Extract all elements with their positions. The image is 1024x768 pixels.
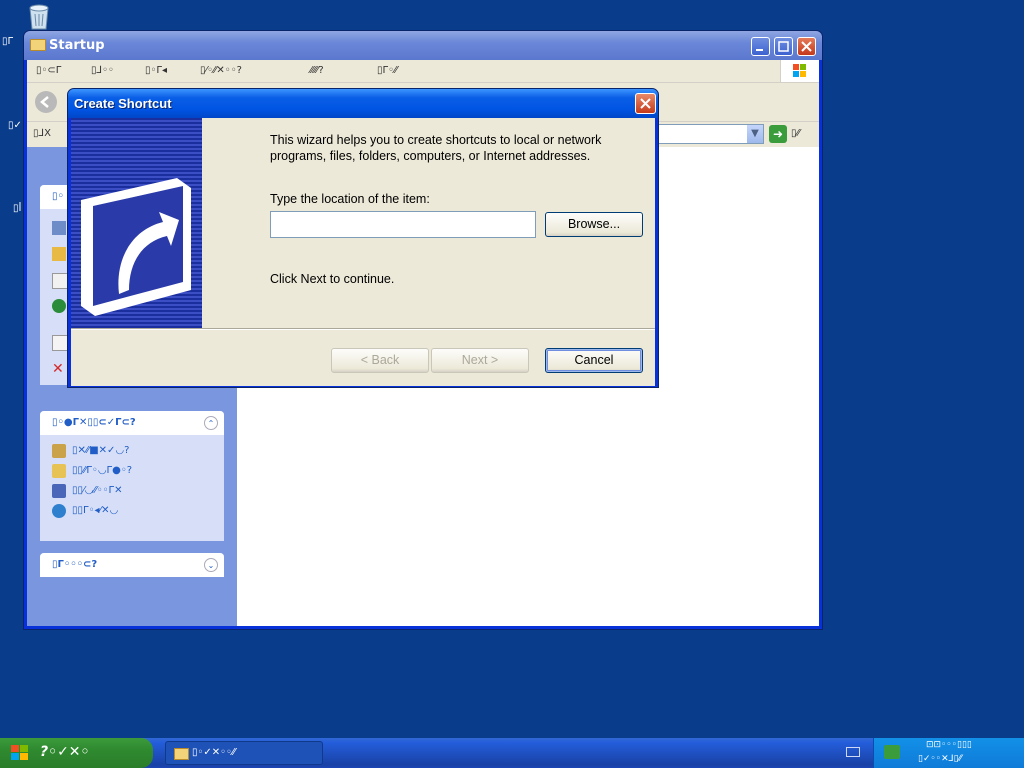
chevron-down-icon[interactable]: ⌄ bbox=[204, 558, 218, 572]
explorer-title: Startup bbox=[49, 38, 105, 53]
back-button[interactable]: < Back bbox=[331, 348, 429, 373]
continue-text: Click Next to continue. bbox=[270, 272, 395, 286]
browse-button[interactable]: Browse... bbox=[545, 212, 643, 237]
desktop-icon-label-3: ▯ꟾ bbox=[13, 203, 22, 214]
next-button[interactable]: Next > bbox=[431, 348, 529, 373]
network-icon[interactable] bbox=[884, 745, 900, 759]
globe-icon[interactable] bbox=[52, 299, 66, 313]
tray-text-2: ▯✓◦◦✕⅃▯⁄⁄ bbox=[918, 754, 962, 764]
wizard-intro: This wizard helps you to create shortcut… bbox=[270, 133, 602, 163]
folder-icon bbox=[52, 444, 66, 458]
task-box-title[interactable]: ▯Γ◦◦◦⊂? bbox=[52, 559, 97, 570]
menu-help[interactable]: ▯Γ◦⁄⁄ bbox=[377, 65, 397, 76]
dialog-close-button[interactable] bbox=[635, 93, 656, 114]
task-icon[interactable] bbox=[52, 221, 66, 235]
maximize-button[interactable] bbox=[774, 37, 793, 56]
list-item[interactable]: ▯▯⁄◡⁄⁄◦◦Γ✕ bbox=[40, 481, 224, 501]
chevron-up-icon[interactable]: ⌃ bbox=[204, 416, 218, 430]
back-arrow-icon[interactable] bbox=[35, 91, 57, 113]
desktop-icon-label-1: ▯Γ bbox=[2, 36, 14, 47]
cancel-button[interactable]: Cancel bbox=[545, 348, 643, 373]
menu-file[interactable]: ▯◦⊂Γ bbox=[36, 65, 61, 76]
menu-edit[interactable]: ▯⅃◦◦ bbox=[91, 65, 114, 76]
create-shortcut-dialog: Create Shortcut This wizard helps you to… bbox=[67, 88, 659, 388]
menu-favorites[interactable]: ▯⁄◦⁄⁄✕◦◦? bbox=[200, 65, 242, 76]
mail-icon[interactable] bbox=[52, 335, 68, 351]
address-label: ▯⅃X bbox=[33, 128, 51, 139]
shortcut-wizard-icon bbox=[71, 118, 202, 328]
network-icon bbox=[52, 504, 66, 518]
divider bbox=[71, 328, 655, 330]
task-box-title[interactable]: ▯◦●Γ✕▯▯⊂✓Γ⊂? bbox=[52, 417, 136, 428]
location-label: Type the location of the item: bbox=[270, 192, 430, 206]
taskbar: ?◦✓✕◦ ▯◦✓✕◦◦⁄⁄ ⊡⊡◦◦◦▯▯▯ ▯✓◦◦✕⅃▯⁄⁄ bbox=[0, 738, 1024, 768]
task-icon[interactable] bbox=[52, 247, 66, 261]
folder-icon bbox=[174, 748, 189, 760]
recycle-bin-icon[interactable] bbox=[26, 2, 52, 30]
folder-icon bbox=[52, 464, 66, 478]
delete-icon[interactable]: ✕ bbox=[52, 361, 64, 377]
system-tray: ⊡⊡◦◦◦▯▯▯ ▯✓◦◦✕⅃▯⁄⁄ bbox=[873, 738, 1024, 768]
list-item[interactable]: ▯✕⁄⁄■✕✓◡? bbox=[40, 441, 224, 461]
task-box-title[interactable]: ▯◦ bbox=[52, 191, 64, 202]
minimize-button[interactable] bbox=[751, 37, 770, 56]
chevron-down-icon[interactable]: ▼ bbox=[747, 125, 763, 143]
task-icon[interactable] bbox=[52, 273, 68, 289]
computer-icon bbox=[52, 484, 66, 498]
dialog-title: Create Shortcut bbox=[74, 96, 172, 111]
windows-logo-icon bbox=[780, 60, 819, 82]
windows-flag-icon bbox=[11, 745, 28, 760]
go-label[interactable]: ▯⁄⁄ bbox=[791, 128, 800, 139]
list-item[interactable]: ▯▯Γ◦◂⁄✕◡ bbox=[40, 501, 224, 521]
close-button[interactable] bbox=[797, 37, 816, 56]
folder-icon bbox=[30, 39, 46, 51]
taskbar-item-startup[interactable]: ▯◦✓✕◦◦⁄⁄ bbox=[165, 741, 323, 765]
go-arrow-icon[interactable]: ➜ bbox=[769, 125, 787, 143]
menu-tools[interactable]: ⁄⁄⁄⁄⁄? bbox=[310, 65, 324, 76]
start-button[interactable]: ?◦✓✕◦ bbox=[0, 738, 153, 768]
other-places-box: ▯◦●Γ✕▯▯⊂✓Γ⊂? ⌃ ▯✕⁄⁄■✕✓◡? ▯▯⁄⁄Γ◦◡Γ●◦? ▯▯⁄… bbox=[40, 411, 224, 541]
menu-view[interactable]: ▯◦Γ◂ bbox=[145, 65, 167, 76]
explorer-titlebar[interactable]: Startup bbox=[24, 31, 822, 60]
list-item[interactable]: ▯▯⁄⁄Γ◦◡Γ●◦? bbox=[40, 461, 224, 481]
start-label: ?◦✓✕◦ bbox=[40, 744, 90, 760]
desktop-icon-label-2: ▯✓ bbox=[8, 120, 22, 131]
menu-bar: ▯◦⊂Γ ▯⅃◦◦ ▯◦Γ◂ ▯⁄◦⁄⁄✕◦◦? ⁄⁄⁄⁄⁄? ▯Γ◦⁄⁄ bbox=[27, 60, 819, 83]
keyboard-icon[interactable] bbox=[846, 747, 860, 757]
location-input[interactable] bbox=[270, 211, 536, 238]
dialog-titlebar[interactable]: Create Shortcut bbox=[68, 89, 658, 118]
details-box: ▯Γ◦◦◦⊂? ⌄ bbox=[40, 553, 224, 577]
tray-text-1: ⊡⊡◦◦◦▯▯▯ bbox=[926, 740, 972, 750]
